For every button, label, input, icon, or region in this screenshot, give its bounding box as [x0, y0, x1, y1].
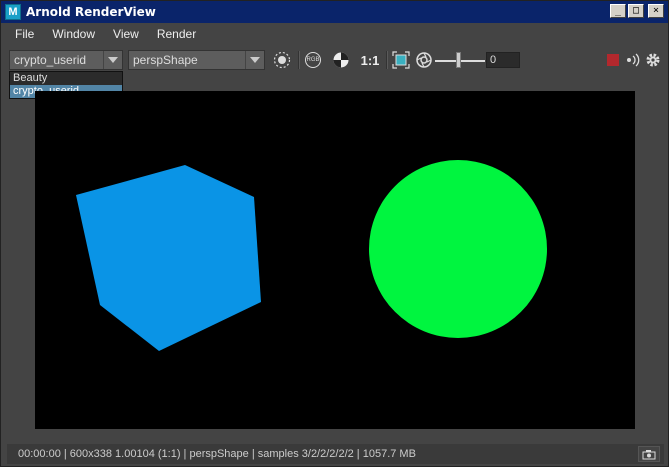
ratio-label: 1:1 — [360, 52, 380, 68]
menu-window[interactable]: Window — [52, 27, 95, 41]
aov-option-beauty[interactable]: Beauty — [10, 72, 122, 85]
window-controls: _ □ × — [610, 4, 664, 18]
frame-all-icon[interactable] — [390, 50, 412, 70]
exposure-slider-thumb[interactable] — [456, 52, 461, 68]
camera-select[interactable]: perspShape — [128, 50, 265, 70]
minimize-button[interactable]: _ — [610, 4, 626, 18]
maya-app-icon: M — [5, 4, 21, 20]
exposure-value-field[interactable]: 0 — [486, 52, 520, 68]
menu-view[interactable]: View — [113, 27, 139, 41]
status-bar: 00:00:00 | 600x338 1.00104 (1:1) | persp… — [7, 444, 664, 464]
rendered-sphere — [369, 160, 547, 338]
menu-file[interactable]: File — [15, 27, 34, 41]
render-viewport[interactable] — [35, 91, 635, 429]
chevron-down-icon[interactable] — [103, 51, 122, 69]
real-size-button[interactable]: 1:1 — [357, 50, 383, 70]
status-text: 00:00:00 | 600x338 1.00104 (1:1) | persp… — [18, 448, 416, 460]
exposure-contrast-icon[interactable] — [330, 50, 352, 70]
gear-icon[interactable] — [642, 50, 664, 70]
aperture-icon[interactable] — [413, 50, 435, 70]
aov-select-value: crypto_userid — [14, 53, 87, 67]
stop-render-icon[interactable] — [602, 50, 624, 70]
rgb-channel-icon[interactable]: RGB — [302, 50, 324, 70]
rgb-label: RGB — [306, 57, 320, 63]
close-button[interactable]: × — [648, 4, 664, 18]
app-icon-letter: M — [8, 6, 18, 18]
title-bar: M Arnold RenderView _ □ × — [1, 1, 668, 23]
menu-render[interactable]: Render — [157, 27, 196, 41]
render-view-window: M Arnold RenderView _ □ × File Window Vi… — [0, 0, 669, 467]
maximize-button[interactable]: □ — [628, 4, 644, 18]
camera-select-value: perspShape — [133, 53, 198, 67]
menu-bar: File Window View Render — [1, 23, 668, 45]
interactive-render-icon[interactable] — [622, 50, 644, 70]
camera-snapshot-icon[interactable] — [638, 446, 660, 462]
chevron-down-icon[interactable] — [245, 51, 264, 69]
aov-select[interactable]: crypto_userid — [9, 50, 123, 70]
crop-region-icon[interactable] — [271, 50, 293, 70]
toolbar-separator — [386, 51, 388, 69]
toolbar-separator — [298, 51, 300, 69]
window-title: Arnold RenderView — [26, 5, 156, 19]
toolbar: crypto_userid perspShape RGB 1:1 0 — [1, 47, 668, 73]
